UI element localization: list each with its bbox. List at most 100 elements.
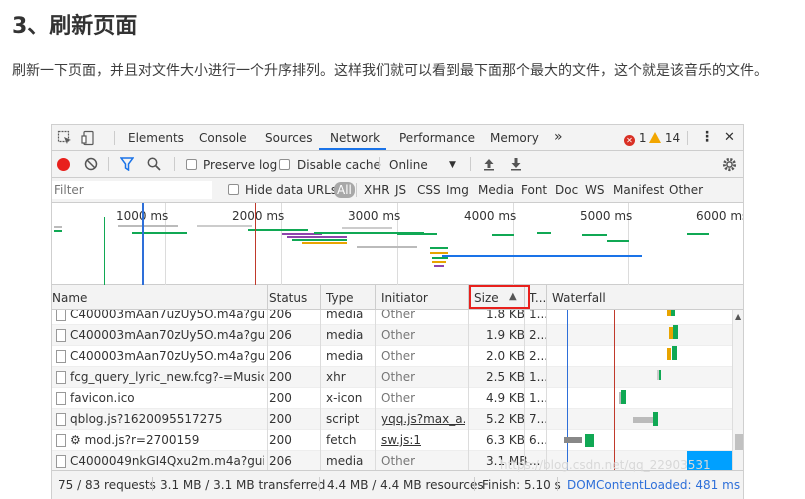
file-icon [56,329,66,342]
column-divider [320,310,321,470]
request-initiator: Other [381,391,416,405]
column-time-header[interactable]: T... [529,291,546,305]
tab-elements[interactable]: Elements [128,131,184,145]
request-status: 200 [269,370,292,384]
filter-type-media[interactable]: Media [478,183,514,197]
export-har-icon[interactable] [509,157,523,175]
filter-type-font[interactable]: Font [521,183,547,197]
devtools-tab-bar: Elements Console Sources Network Perform… [52,125,743,151]
file-icon [56,371,66,384]
device-toolbar-icon[interactable] [81,130,97,146]
throttling-select[interactable]: Online [389,158,428,172]
import-har-icon[interactable] [482,157,496,175]
filter-icon[interactable] [119,157,135,175]
overview-bars [54,203,709,285]
column-name-header[interactable]: Name [52,291,87,305]
more-tabs-button[interactable]: » [554,129,563,145]
filter-type-manifest[interactable]: Manifest [613,183,664,197]
request-initiator: Other [381,454,416,468]
file-icon [56,455,66,468]
request-name: C400003mAan7uzUy5O.m4a?guid... [70,310,264,321]
column-divider [375,285,376,310]
toolbar-divider [174,157,175,171]
network-settings-gear-icon[interactable] [722,157,737,176]
column-divider [267,310,268,470]
search-icon[interactable] [147,157,161,175]
tab-network[interactable]: Network [330,131,380,145]
warning-count: 14 [664,131,681,145]
request-table-scrollbar[interactable]: ▲ [732,310,743,470]
inspect-element-icon[interactable] [57,130,73,146]
column-waterfall-header[interactable]: Waterfall [552,291,606,305]
error-count: 1 [638,131,647,145]
request-name: C400003mAan70zUy5O.m4a?guid... [70,349,264,363]
file-icon [56,392,66,405]
request-name: favicon.ico [70,391,135,405]
finish-time: Finish: 5.10 s [482,478,561,492]
filter-type-doc[interactable]: Doc [555,183,578,197]
request-status: 206 [269,349,292,363]
request-table-body: C400003mAan7uzUy5O.m4a?guid... 206 media… [52,310,732,470]
file-icon [56,434,66,447]
request-name: qblog.js?1620095517275 [70,412,223,426]
tab-memory[interactable]: Memory [490,131,539,145]
filter-input[interactable] [52,181,212,199]
request-initiator: Other [381,370,416,384]
request-type: fetch [326,433,357,447]
dom-content-loaded-time: DOMContentLoaded: 481 ms [567,478,741,492]
column-divider [267,285,268,310]
file-icon [56,350,66,363]
warning-icon [649,132,661,143]
column-initiator-header[interactable]: Initiator [381,291,428,305]
request-initiator: Other [381,328,416,342]
request-initiator-link[interactable]: sw.js:1 [381,433,421,447]
error-count-badge[interactable]: ✕ 1 [624,131,646,146]
toolbar-divider [108,157,109,171]
throttling-dropdown-icon[interactable]: ▼ [449,160,456,170]
request-size: 2.0 KB [486,349,525,363]
column-status-header[interactable]: Status [269,291,307,305]
filter-type-js[interactable]: JS [395,183,406,197]
toolbar-divider [470,157,471,171]
request-initiator-link[interactable]: yqq.js?max_a... [381,412,465,426]
close-devtools-icon[interactable]: ✕ [724,130,735,145]
scrollbar-thumb[interactable] [735,434,743,450]
transferred-size: 3.1 MB / 3.1 MB transferred [160,478,326,492]
request-name: C400003mAan70zUy5O.m4a?guid... [70,328,264,342]
filter-type-ws[interactable]: WS [585,183,604,197]
request-size: 1.9 KB [486,328,525,342]
waterfall-column [564,310,732,470]
tab-performance[interactable]: Performance [399,131,475,145]
file-icon [56,310,66,321]
status-divider [557,477,558,491]
network-overview-timeline[interactable]: 1000 ms 2000 ms 3000 ms 4000 ms 5000 ms … [52,203,743,285]
filter-type-css[interactable]: CSS [417,183,441,197]
hide-data-urls-checkbox[interactable] [228,184,239,195]
warning-count-badge[interactable]: 14 [649,131,680,145]
column-divider [546,285,547,310]
requests-count: 75 / 83 requests [58,478,156,492]
toolbar-divider [379,157,380,171]
request-type: media [326,454,364,468]
clear-icon[interactable] [84,157,98,175]
file-icon [56,413,66,426]
filter-type-img[interactable]: Img [446,183,469,197]
network-toolbar: Preserve log Disable cache Online ▼ [52,151,743,178]
status-divider [474,477,475,491]
request-type: xhr [326,370,346,384]
request-type: media [326,349,364,363]
preserve-log-checkbox[interactable] [186,159,197,170]
status-divider [319,477,320,491]
tab-sources[interactable]: Sources [265,131,312,145]
filter-type-xhr[interactable]: XHR [364,183,390,197]
tab-console[interactable]: Console [199,131,247,145]
filter-type-all[interactable]: All [334,182,355,198]
record-button[interactable] [57,158,70,171]
watermark: https://blog.csdn.net/qq_22903531 [500,458,711,472]
scroll-up-icon[interactable]: ▲ [735,312,741,321]
column-type-header[interactable]: Type [326,291,354,305]
customize-menu-icon[interactable]: ⋮ [700,129,714,145]
tab-bar-divider [114,131,115,145]
filter-type-other[interactable]: Other [669,183,703,197]
disable-cache-checkbox[interactable] [279,159,290,170]
